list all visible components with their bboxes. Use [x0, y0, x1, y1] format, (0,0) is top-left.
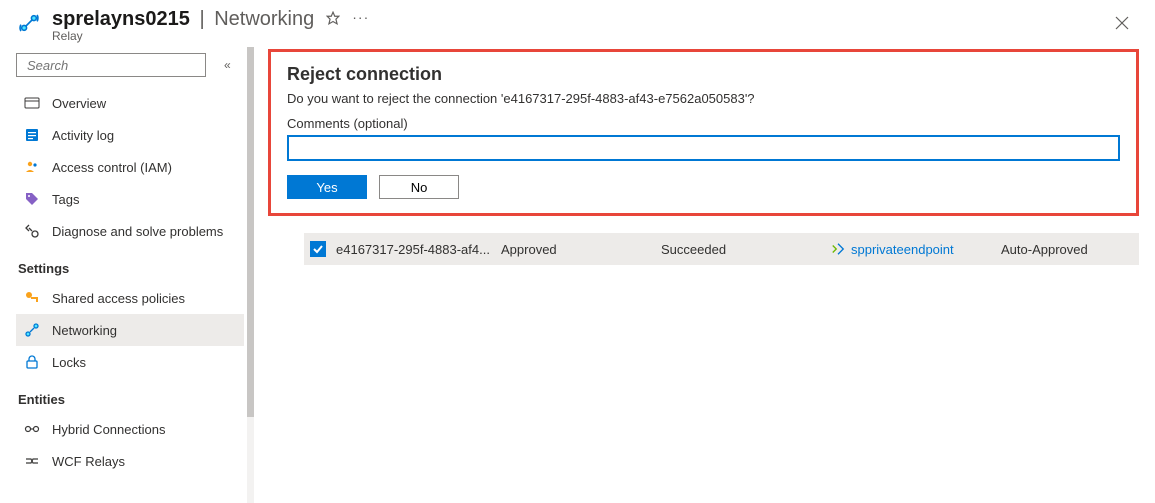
sidebar-item-label: Diagnose and solve problems	[52, 224, 223, 239]
key-icon	[22, 290, 42, 306]
sidebar-scrollbar[interactable]	[247, 47, 254, 503]
sidebar-item-locks[interactable]: Locks	[16, 346, 244, 378]
activity-log-icon	[22, 127, 42, 143]
networking-icon	[22, 322, 42, 338]
close-blade-button[interactable]	[1111, 12, 1133, 39]
sidebar-item-label: Hybrid Connections	[52, 422, 165, 437]
title-separator: |	[194, 8, 210, 31]
pin-favorite-icon[interactable]	[326, 11, 340, 29]
sidebar-item-label: Shared access policies	[52, 291, 185, 306]
sidebar-search-input[interactable]	[23, 58, 209, 73]
sidebar-item-tags[interactable]: Tags	[16, 183, 244, 215]
sidebar-nav: « Overview Activity log Access control (…	[0, 47, 254, 503]
cell-private-endpoint-link[interactable]: spprivateendpoint	[831, 242, 1001, 257]
cell-provisioning-state: Succeeded	[661, 242, 831, 257]
resource-name: sprelayns0215	[52, 8, 190, 31]
cell-description: Auto-Approved	[1001, 242, 1133, 257]
overview-icon	[22, 95, 42, 111]
sidebar-item-diagnose[interactable]: Diagnose and solve problems	[16, 215, 244, 247]
relay-resource-icon	[16, 10, 42, 39]
sidebar-item-hybrid-connections[interactable]: Hybrid Connections	[16, 413, 244, 445]
sidebar-item-overview[interactable]: Overview	[16, 87, 244, 119]
sidebar-item-access-control[interactable]: Access control (IAM)	[16, 151, 244, 183]
sidebar-section-entities: Entities	[18, 392, 254, 407]
sidebar-item-label: Activity log	[52, 128, 114, 143]
sidebar-item-label: Networking	[52, 323, 117, 338]
sidebar-item-activity-log[interactable]: Activity log	[16, 119, 244, 151]
access-control-icon	[22, 159, 42, 175]
main-content: Reject connection Do you want to reject …	[254, 47, 1155, 503]
dialog-title: Reject connection	[287, 64, 1120, 85]
reject-connection-dialog: Reject connection Do you want to reject …	[268, 49, 1139, 216]
collapse-sidebar-icon[interactable]: «	[224, 58, 227, 72]
yes-button[interactable]: Yes	[287, 175, 367, 199]
scrollbar-thumb[interactable]	[247, 47, 254, 417]
hybrid-connections-icon	[22, 421, 42, 437]
private-endpoint-icon	[831, 242, 845, 256]
private-endpoint-name: spprivateendpoint	[851, 242, 954, 257]
diagnose-icon	[22, 223, 42, 239]
sidebar-item-label: WCF Relays	[52, 454, 125, 469]
sidebar-item-label: Locks	[52, 355, 86, 370]
tags-icon	[22, 191, 42, 207]
table-row[interactable]: e4167317-295f-4883-af4... Approved Succe…	[304, 233, 1139, 265]
sidebar-item-label: Overview	[52, 96, 106, 111]
lock-icon	[22, 354, 42, 370]
sidebar-item-label: Access control (IAM)	[52, 160, 172, 175]
cell-connection-state: Approved	[501, 242, 661, 257]
sidebar-item-networking[interactable]: Networking	[16, 314, 244, 346]
sidebar-item-shared-access[interactable]: Shared access policies	[16, 282, 244, 314]
cell-connection-name: e4167317-295f-4883-af4...	[336, 242, 501, 257]
more-actions-icon[interactable]: ···	[352, 9, 369, 25]
comments-input[interactable]	[287, 135, 1120, 161]
checkmark-icon	[312, 243, 324, 255]
comments-label: Comments (optional)	[287, 116, 1120, 131]
sidebar-item-wcf-relays[interactable]: WCF Relays	[16, 445, 244, 477]
sidebar-section-settings: Settings	[18, 261, 254, 276]
private-endpoint-table: e4167317-295f-4883-af4... Approved Succe…	[304, 233, 1139, 265]
sidebar-item-label: Tags	[52, 192, 79, 207]
wcf-relays-icon	[22, 453, 42, 469]
sidebar-search[interactable]	[16, 53, 206, 77]
row-checkbox[interactable]	[310, 241, 326, 257]
no-button[interactable]: No	[379, 175, 459, 199]
blade-section-title: Networking	[214, 8, 314, 31]
dialog-message: Do you want to reject the connection 'e4…	[287, 91, 1120, 106]
resource-type-label: Relay	[52, 29, 369, 43]
page-header: sprelayns0215 | Networking ··· Relay	[0, 0, 1155, 47]
